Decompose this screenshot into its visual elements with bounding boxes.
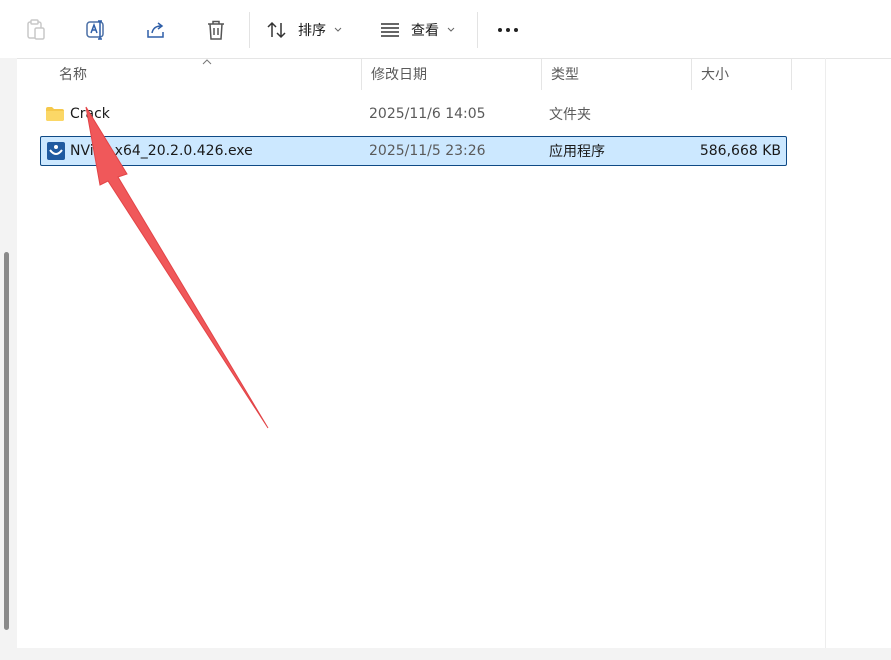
file-row-crack[interactable]: Crack 2025/11/6 14:05 文件夹 xyxy=(40,99,787,129)
view-list-icon xyxy=(381,23,399,37)
chevron-down-icon xyxy=(447,27,455,32)
column-header-modified-label: 修改日期 xyxy=(371,67,427,83)
sort-icon xyxy=(267,21,286,39)
toolbar-separator xyxy=(249,12,250,48)
file-modified: 2025/11/6 14:05 xyxy=(369,106,486,122)
column-header-modified[interactable]: 修改日期 xyxy=(361,58,541,90)
toolbar-separator xyxy=(477,12,478,48)
column-header-type-label: 类型 xyxy=(551,67,579,83)
file-type: 文件夹 xyxy=(549,107,591,123)
view-label: 查看 xyxy=(411,23,439,39)
column-header-size-label: 大小 xyxy=(701,67,729,83)
file-name: Crack xyxy=(70,106,110,122)
bottom-strip xyxy=(0,648,891,660)
view-button[interactable]: 查看 xyxy=(379,12,461,48)
pane-divider xyxy=(825,58,826,648)
rename-button[interactable] xyxy=(82,12,110,48)
installer-icon xyxy=(47,142,65,160)
paste-icon xyxy=(27,19,45,40)
sort-button[interactable]: 排序 xyxy=(266,12,348,48)
column-header-type[interactable]: 类型 xyxy=(541,58,691,90)
chevron-down-icon xyxy=(334,27,342,32)
share-button[interactable] xyxy=(142,12,170,48)
trash-icon xyxy=(208,20,224,40)
file-row-nvivo[interactable]: NVivo.x64_20.2.0.426.exe 2025/11/5 23:26… xyxy=(40,136,787,166)
paste-button[interactable] xyxy=(22,12,50,48)
folder-icon xyxy=(46,107,64,121)
column-header-name-label: 名称 xyxy=(59,67,87,83)
scrollbar-thumb[interactable] xyxy=(4,252,9,630)
delete-button[interactable] xyxy=(202,12,230,48)
rename-icon xyxy=(86,20,104,40)
file-modified: 2025/11/5 23:26 xyxy=(369,143,486,159)
sort-ascending-icon xyxy=(202,59,212,65)
column-header-row: 名称 修改日期 类型 大小 xyxy=(17,58,792,90)
column-divider[interactable] xyxy=(791,58,792,90)
command-bar: 排序 查看 xyxy=(0,0,891,59)
file-name: NVivo.x64_20.2.0.426.exe xyxy=(70,143,253,159)
file-type: 应用程序 xyxy=(549,144,605,160)
file-size: 586,668 KB xyxy=(699,143,781,159)
more-icon xyxy=(498,28,518,32)
column-header-size[interactable]: 大小 xyxy=(691,58,791,90)
sort-label: 排序 xyxy=(298,23,326,39)
more-options-button[interactable] xyxy=(494,12,522,48)
share-icon xyxy=(147,22,164,38)
